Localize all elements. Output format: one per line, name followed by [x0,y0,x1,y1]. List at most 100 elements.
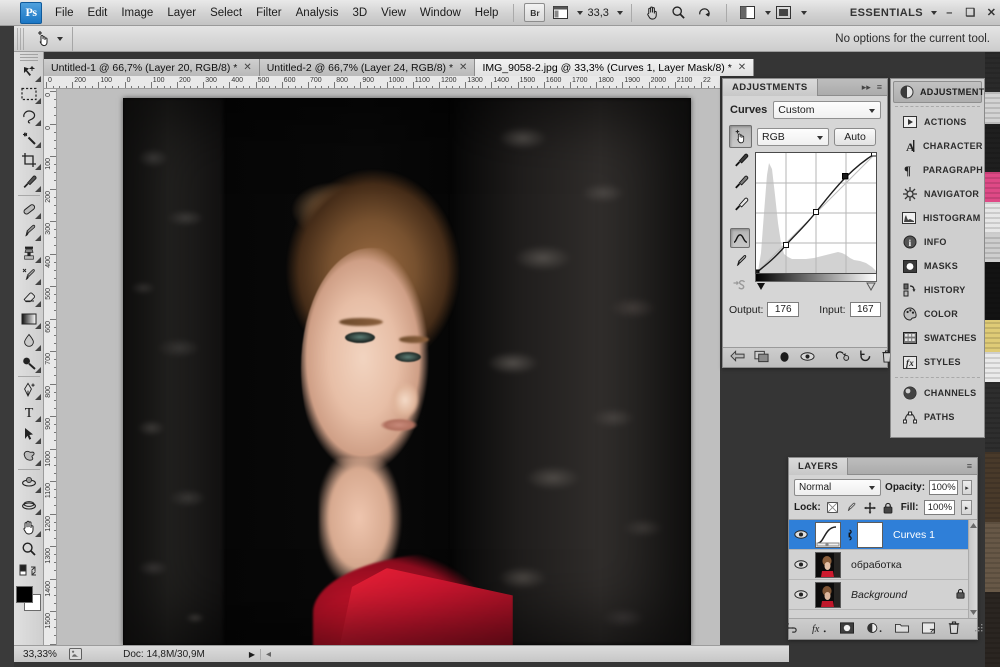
chevron-down-icon[interactable] [869,486,876,490]
close-icon[interactable]: ✕ [243,62,251,73]
tool-gradient[interactable] [16,308,42,330]
dock-item-histogram[interactable]: HISTOGRAM [895,206,980,230]
link-layers-icon[interactable] [783,622,798,636]
status-menu-arrow-icon[interactable]: ▶ [244,650,260,659]
color-swatches[interactable] [15,586,42,612]
close-button[interactable]: ✕ [983,5,1000,21]
options-bar-grip[interactable] [17,27,26,50]
tool-flyout-icon[interactable] [34,345,41,351]
lock-all-icon[interactable] [882,501,895,514]
layer-name[interactable]: Curves 1 [887,529,935,541]
curves-graph[interactable] [755,152,877,274]
dock-item-info[interactable]: i INFO [895,230,980,254]
tool-flyout-icon[interactable] [34,301,41,307]
curves-clip-sliders[interactable] [755,282,877,291]
menu-view[interactable]: View [374,4,413,22]
hand-tool-icon[interactable] [641,2,665,24]
zoom-tool-icon[interactable] [667,2,691,24]
menu-edit[interactable]: Edit [81,4,115,22]
workspace-switcher[interactable]: ESSENTIALS – ❑ ✕ [850,5,1000,21]
toolbox-grip[interactable] [19,54,38,61]
tool-flyout-icon[interactable] [34,235,41,241]
tool-preset-caret-icon[interactable] [57,36,63,41]
curves-auto-button[interactable]: Auto [834,127,876,146]
gray-point-eyedropper-icon[interactable] [732,174,749,194]
tool-flyout-icon[interactable] [34,186,41,192]
canvas-area[interactable] [57,89,720,645]
delete-layer-icon[interactable] [948,621,960,637]
dock-item-character[interactable]: A CHARACTER [895,134,982,158]
panel-resize-grip[interactable] [975,623,983,635]
fill-stepper[interactable]: ▸ [961,500,972,515]
preview-eye-icon[interactable] [800,351,815,365]
tool-3d-orbit[interactable] [16,494,42,516]
launch-bridge-button[interactable]: Br [524,3,546,22]
layer-style-fx-icon[interactable]: fx [811,622,827,637]
tool-flyout-icon[interactable] [34,487,41,493]
tool-3d-rotate[interactable] [16,472,42,494]
close-icon[interactable]: ✕ [459,62,467,73]
new-layer-icon[interactable] [922,621,935,637]
tool-lasso[interactable] [16,105,42,127]
new-adjustment-layer-icon[interactable] [867,622,882,637]
layer-thumbnail-curves[interactable] [815,521,841,548]
view-extras-button[interactable] [548,2,572,24]
tool-history-brush[interactable] [16,264,42,286]
dock-item-paths[interactable]: PATHS [895,405,980,429]
tool-zoom[interactable] [16,538,42,560]
tool-flyout-icon[interactable] [34,76,41,82]
close-icon[interactable]: ✕ [738,62,746,73]
layer-mask-thumbnail[interactable] [857,521,883,548]
new-group-icon[interactable] [895,622,909,636]
arrange-caret-icon[interactable] [764,10,771,15]
menu-window[interactable]: Window [413,4,468,22]
minimize-button[interactable]: – [941,5,958,21]
tool-flyout-icon[interactable] [34,213,41,219]
default-and-swap-colors[interactable] [16,560,42,582]
current-tool-preset-picker[interactable] [32,28,66,50]
clip-to-layer-icon[interactable] [754,350,769,366]
layer-mask-link-icon[interactable] [845,529,853,541]
tab-layers[interactable]: LAYERS [789,457,849,475]
panel-menu-icon[interactable]: ≡ [967,461,972,471]
document-tab-untitled-1[interactable]: Untitled-1 @ 66,7% (Layer 20, RGB/8) * ✕ [44,59,260,76]
tool-hand[interactable] [16,516,42,538]
layer-list-scrollbar[interactable] [968,520,977,618]
screen-mode-caret-icon[interactable] [800,10,807,15]
dock-item-actions[interactable]: ACTIONS [895,110,980,134]
tool-flyout-icon[interactable] [34,323,41,329]
menu-image[interactable]: Image [114,4,160,22]
dock-item-styles[interactable]: fx STYLES [895,350,980,374]
opacity-field[interactable]: 100% [929,480,958,495]
tool-flyout-icon[interactable] [34,416,41,422]
undo-icon[interactable] [859,350,872,366]
opacity-stepper[interactable]: ▸ [961,480,972,495]
tool-brush[interactable] [16,220,42,242]
tab-adjustments[interactable]: ADJUSTMENTS [723,78,818,96]
layer-row-background[interactable]: Background [789,580,977,610]
tool-flyout-icon[interactable] [34,460,41,466]
curves-channel-dropdown[interactable]: RGB [757,127,829,146]
layer-list[interactable]: Curves 1 обработка Background [789,519,977,619]
toggle-layer-visibility-icon[interactable] [778,350,791,366]
dock-item-navigator[interactable]: NAVIGATOR [895,182,980,206]
layer-row-obrabotka[interactable]: обработка [789,550,977,580]
arrange-documents-icon[interactable] [736,2,760,24]
smooth-curve-icon[interactable] [732,277,749,296]
layer-row-curves-1[interactable]: Curves 1 [789,520,977,550]
pencil-draw-curve-icon[interactable] [732,253,749,273]
status-zoom-value[interactable]: 33,33% [14,649,66,660]
layer-name[interactable]: обработка [845,559,902,571]
rotate-view-tool-icon[interactable] [693,2,717,24]
workspace-caret-icon[interactable] [931,10,937,15]
tool-crop[interactable] [16,149,42,171]
vertical-ruler[interactable]: 0 0 100 200 300 400 500 600 700 800 900 1000 1100 120… [44,89,57,645]
curves-output-field[interactable]: 176 [767,302,799,317]
fill-field[interactable]: 100% [924,500,956,515]
lock-image-pixels-icon[interactable] [845,501,858,514]
targeted-adjustment-tool-button[interactable] [729,125,752,148]
tool-eyedropper[interactable] [16,171,42,193]
dock-item-masks[interactable]: MASKS [895,254,980,278]
document-tab-untitled-2[interactable]: Untitled-2 @ 66,7% (Layer 24, RGB/8) * ✕ [259,59,476,76]
tool-move[interactable] [16,61,42,83]
